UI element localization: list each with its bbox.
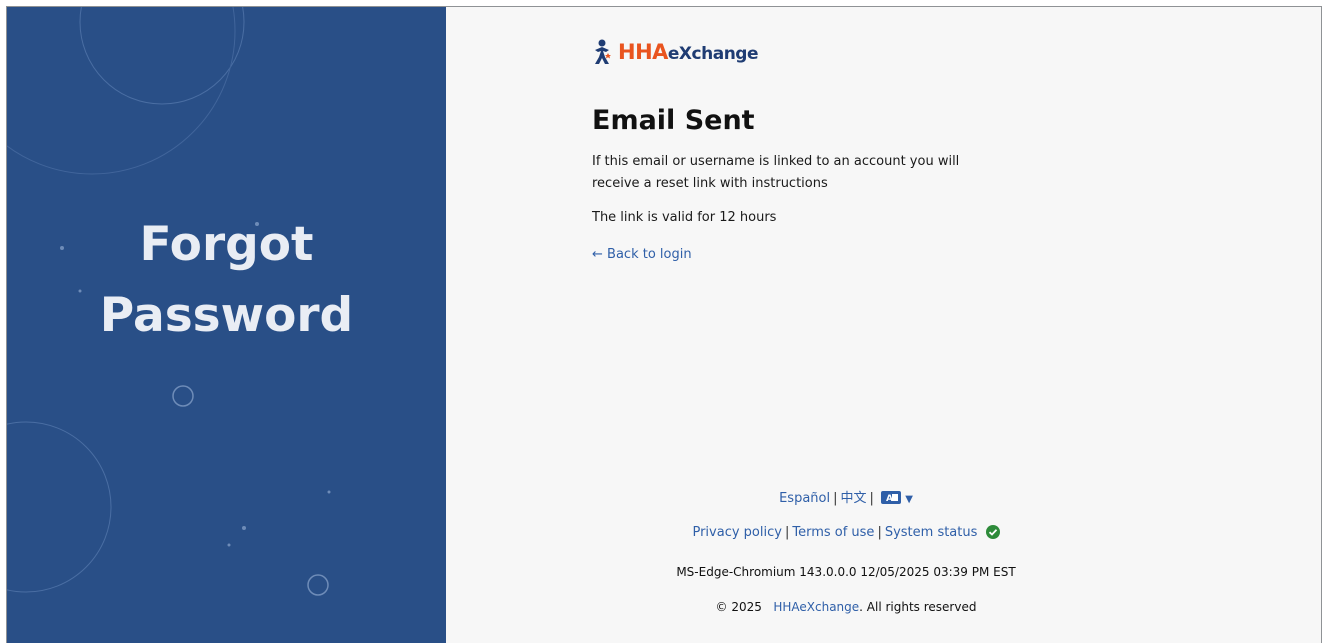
privacy-policy-link[interactable]: Privacy policy (692, 525, 781, 540)
terms-of-use-link[interactable]: Terms of use (792, 525, 874, 540)
copyright-text: © 2025 HHAeXchange. All rights reserved (715, 600, 977, 614)
language-selector: Español | 中文 | A ▼ (779, 491, 913, 508)
browser-frame: Forgot Password HHAeXchange Email Sent I… (6, 6, 1322, 643)
email-sent-message: If this email or username is linked to a… (592, 154, 960, 191)
check-circle-icon (985, 525, 1000, 543)
link-validity-text: The link is valid for 12 hours (592, 210, 777, 225)
browser-version-text: MS-Edge-Chromium 143.0.0.0 12/05/2025 03… (676, 565, 1016, 579)
footer-links: Privacy policy | Terms of use | System statu… (446, 525, 1246, 543)
language-chinese[interactable]: 中文 (841, 491, 867, 506)
main-content: HHAeXchange Email Sent If this email or … (446, 7, 1321, 643)
translate-icon[interactable]: A (881, 491, 902, 508)
chevron-down-icon[interactable]: ▼ (905, 494, 913, 505)
page-title: Forgot Password (99, 217, 354, 343)
logo-text: HHAeXchange (618, 40, 759, 64)
system-status-link[interactable]: System status (885, 525, 978, 540)
hhaexchange-link[interactable]: HHAeXchange (773, 600, 859, 614)
language-espanol[interactable]: Español (779, 491, 830, 506)
person-star-icon (595, 39, 611, 64)
svg-text:A: A (886, 494, 893, 504)
back-to-login-link[interactable]: ← Back to login (592, 247, 692, 262)
email-sent-heading: Email Sent (592, 105, 755, 136)
hhaexchange-logo: HHAeXchange (592, 35, 759, 69)
left-panel: Forgot Password (7, 7, 446, 643)
arrow-left-icon: ← (592, 247, 603, 262)
